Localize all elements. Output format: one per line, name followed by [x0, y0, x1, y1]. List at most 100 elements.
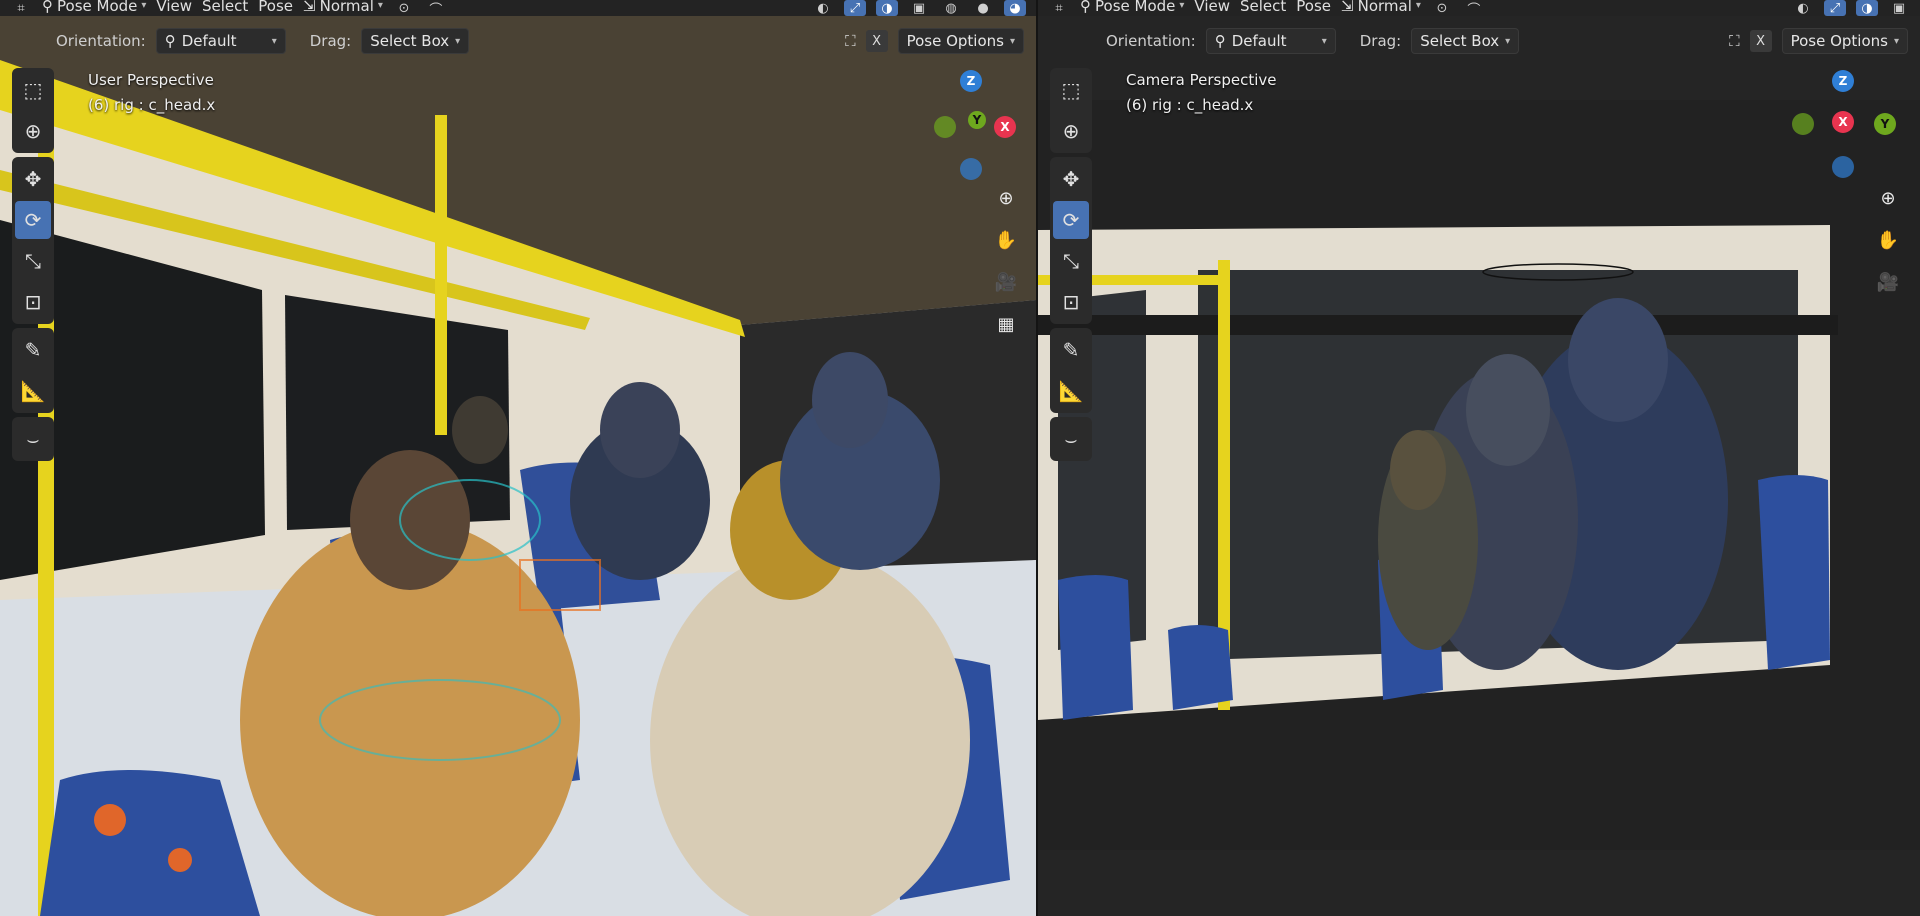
- mode-dropdown[interactable]: ⚲ Pose Mode ▾: [1080, 0, 1184, 15]
- pose-tool-group: ⌣: [1050, 417, 1092, 461]
- pivot-icon[interactable]: ⊙: [393, 0, 415, 16]
- chevron-down-icon: ▾: [455, 35, 461, 47]
- select-box-icon[interactable]: ⬚: [15, 71, 51, 109]
- measure-icon[interactable]: 📐: [1053, 372, 1089, 410]
- active-bone: (6) rig : c_head.x: [1126, 96, 1254, 114]
- axis-neg-y[interactable]: [934, 116, 956, 138]
- overlay-toggle-icon[interactable]: ◑: [1856, 0, 1878, 16]
- orientation-icon: ⇲: [303, 0, 316, 15]
- zoom-icon[interactable]: ⊕: [1872, 182, 1904, 214]
- xray-icon[interactable]: ▣: [908, 0, 930, 16]
- camera-view-icon[interactable]: 🎥: [990, 266, 1022, 298]
- viewport-info: Camera Perspective (6) rig : c_head.x: [1126, 68, 1277, 118]
- overlay-toggle-icon[interactable]: ◑: [876, 0, 898, 16]
- grid-view-icon[interactable]: ▦: [990, 308, 1022, 340]
- navigation-gizmo[interactable]: Z Y X: [920, 70, 1020, 190]
- pivot-icon[interactable]: ⊙: [1431, 0, 1453, 16]
- active-bone: (6) rig : c_head.x: [88, 96, 216, 114]
- rotate-icon[interactable]: ⟳: [1053, 201, 1089, 239]
- menu-pose[interactable]: Pose: [258, 0, 293, 15]
- axis-x[interactable]: X: [994, 116, 1016, 138]
- editor-type-icon[interactable]: ⌗: [1048, 0, 1070, 16]
- menu-pose[interactable]: Pose: [1296, 0, 1331, 15]
- orientation-dropdown[interactable]: ⚲ Default ▾: [155, 28, 286, 54]
- gizmo-toggle-icon[interactable]: ⤢: [844, 0, 866, 16]
- xray-icon[interactable]: ▣: [1888, 0, 1910, 16]
- transform-icon[interactable]: ⊡: [1053, 283, 1089, 321]
- chevron-down-icon: ▾: [1179, 0, 1185, 11]
- chevron-down-icon: ▾: [1415, 0, 1421, 11]
- cursor-icon[interactable]: ⊕: [15, 112, 51, 150]
- relax-icon[interactable]: ⌣: [1053, 420, 1089, 458]
- tool-shelf: ⬚ ⊕ ✥ ⟳ ⤡ ⊡ ✎ 📐 ⌣: [12, 68, 54, 461]
- rendered-shading-icon[interactable]: ◕: [1004, 0, 1026, 16]
- chevron-down-icon: ▾: [1009, 35, 1015, 47]
- move-icon[interactable]: ✥: [15, 160, 51, 198]
- visibility-icon[interactable]: ◐: [1792, 0, 1814, 16]
- select-box-icon[interactable]: ⬚: [1053, 71, 1089, 109]
- orientation-dropdown[interactable]: ⚲ Default ▾: [1205, 28, 1336, 54]
- axis-z[interactable]: Z: [960, 70, 982, 92]
- menu-select[interactable]: Select: [1240, 0, 1286, 15]
- snap-icon[interactable]: ⌒: [1463, 0, 1485, 17]
- viewport-user-perspective[interactable]: ⌗ ⚲ Pose Mode ▾ View Select Pose ⇲ Normal ▾ …: [0, 0, 1036, 916]
- selectability-icon[interactable]: ⛶: [1729, 32, 1740, 50]
- annotate-tool-group: ✎ 📐: [1050, 328, 1092, 413]
- pose-tool-group: ⌣: [12, 417, 54, 461]
- scale-icon[interactable]: ⤡: [1053, 242, 1089, 280]
- mode-dropdown[interactable]: ⚲ Pose Mode ▾: [42, 0, 146, 15]
- annotate-icon[interactable]: ✎: [1053, 331, 1089, 369]
- transform-orientation-dropdown[interactable]: ⇲ Normal ▾: [1341, 0, 1421, 15]
- move-icon[interactable]: ✥: [1053, 160, 1089, 198]
- transform-orientation-dropdown[interactable]: ⇲ Normal ▾: [303, 0, 383, 15]
- transform-tool-group: ✥ ⟳ ⤡ ⊡: [12, 157, 54, 324]
- axis-neg-z[interactable]: [960, 158, 982, 180]
- menu-view[interactable]: View: [156, 0, 192, 15]
- solid-shading-icon[interactable]: ●: [972, 0, 994, 16]
- orientation-icon: ⚲: [1214, 32, 1226, 50]
- scene-render-left[interactable]: [0, 0, 1036, 916]
- drag-dropdown[interactable]: Select Box ▾: [361, 28, 470, 54]
- zoom-icon[interactable]: ⊕: [990, 182, 1022, 214]
- annotate-icon[interactable]: ✎: [15, 331, 51, 369]
- selectability-icon[interactable]: ⛶: [845, 32, 856, 50]
- pan-hand-icon[interactable]: ✋: [990, 224, 1022, 256]
- camera-view-icon[interactable]: 🎥: [1872, 266, 1904, 298]
- visibility-icon[interactable]: ◐: [812, 0, 834, 16]
- viewport-header: ⌗ ⚲ Pose Mode ▾ View Select Pose ⇲ Normal ▾ …: [0, 0, 1036, 16]
- pose-icon: ⚲: [1080, 0, 1091, 15]
- viewport-camera-perspective[interactable]: ⌗ ⚲ Pose Mode ▾ View Select Pose ⇲ Normal ▾ …: [1038, 0, 1920, 916]
- axis-y[interactable]: Y: [1874, 113, 1896, 135]
- axis-neg-z[interactable]: [1832, 156, 1854, 178]
- navigation-gizmo[interactable]: Z Y X: [1792, 70, 1896, 190]
- relax-icon[interactable]: ⌣: [15, 420, 51, 458]
- orientation-label: Orientation:: [56, 32, 146, 50]
- close-button[interactable]: X: [865, 30, 888, 52]
- measure-icon[interactable]: 📐: [15, 372, 51, 410]
- menu-view[interactable]: View: [1194, 0, 1230, 15]
- tool-shelf: ⬚ ⊕ ✥ ⟳ ⤡ ⊡ ✎ 📐 ⌣: [1050, 68, 1092, 461]
- pose-options-dropdown[interactable]: Pose Options ▾: [1781, 28, 1908, 54]
- snap-icon[interactable]: ⌒: [425, 0, 447, 17]
- axis-z[interactable]: Z: [1832, 70, 1854, 92]
- drag-dropdown[interactable]: Select Box ▾: [1411, 28, 1520, 54]
- axis-neg-y[interactable]: [1792, 113, 1814, 135]
- scene-render-right[interactable]: [1038, 0, 1920, 916]
- gizmo-toggle-icon[interactable]: ⤢: [1824, 0, 1846, 16]
- wireframe-shading-icon[interactable]: ◍: [940, 0, 962, 16]
- editor-type-icon[interactable]: ⌗: [10, 0, 32, 16]
- tool-settings-bar: Orientation: ⚲ Default ▾ Drag: Select Box ▾…: [0, 24, 1036, 58]
- rotate-icon[interactable]: ⟳: [15, 201, 51, 239]
- scale-icon[interactable]: ⤡: [15, 242, 51, 280]
- orientation-label: Orientation:: [1106, 32, 1196, 50]
- axis-x[interactable]: X: [1832, 111, 1854, 133]
- menu-select[interactable]: Select: [202, 0, 248, 15]
- chevron-down-icon: ▾: [377, 0, 383, 11]
- pan-hand-icon[interactable]: ✋: [1872, 224, 1904, 256]
- transform-icon[interactable]: ⊡: [15, 283, 51, 321]
- axis-y[interactable]: Y: [968, 111, 986, 129]
- cursor-icon[interactable]: ⊕: [1053, 112, 1089, 150]
- close-button[interactable]: X: [1749, 30, 1772, 52]
- pose-options-dropdown[interactable]: Pose Options ▾: [897, 28, 1024, 54]
- view-name: User Perspective: [88, 71, 214, 89]
